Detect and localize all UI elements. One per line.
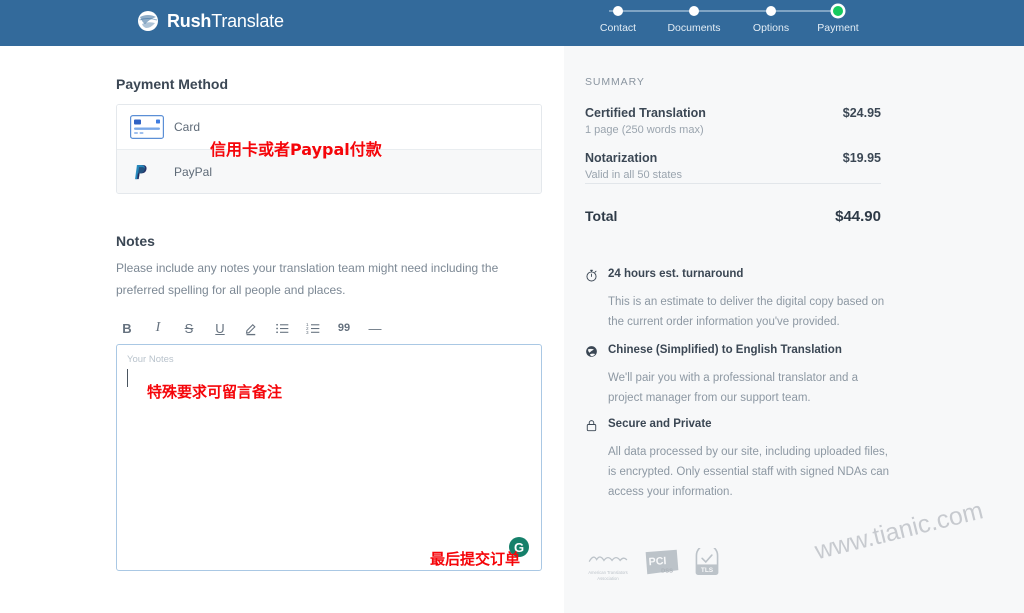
- stepper-dot-documents: [689, 6, 699, 16]
- stopwatch-icon: [585, 269, 599, 287]
- stepper-step-options[interactable]: Options: [741, 5, 801, 34]
- stepper-step-documents[interactable]: Documents: [664, 5, 724, 34]
- stepper-label-options: Options: [752, 22, 790, 34]
- feature-secure-private: Secure and Private All data processed by…: [585, 418, 895, 502]
- checkout-form-column: Payment Method Card PayPal Notes Please …: [0, 46, 564, 613]
- line-item-price: $19.95: [842, 151, 881, 165]
- feature-title: Secure and Private: [608, 418, 712, 430]
- stepper-label-documents: Documents: [667, 22, 721, 34]
- stepper-step-contact[interactable]: Contact: [588, 5, 648, 34]
- trust-badges: American Translators Association PCI DSS…: [586, 544, 720, 581]
- credit-card-icon: [130, 115, 166, 139]
- feature-body: This is an estimate to deliver the digit…: [608, 296, 885, 328]
- ata-badge: American Translators Association: [586, 551, 630, 581]
- annotation-notes: 特殊要求可留言备注: [147, 383, 283, 401]
- blockquote-icon[interactable]: 99: [335, 318, 353, 338]
- bulleted-list-icon[interactable]: [273, 318, 291, 338]
- svg-text:TLS: TLS: [701, 567, 714, 574]
- notes-editor-toolbar: B I S U 1 2 3 99 —: [118, 318, 384, 338]
- checkout-stepper: Contact Documents Options Payment: [588, 5, 859, 41]
- svg-text:PCI: PCI: [648, 555, 667, 568]
- brand-logo[interactable]: RushTranslate: [137, 10, 284, 32]
- svg-text:3: 3: [306, 330, 309, 335]
- notes-editor[interactable]: Your Notes G: [116, 344, 542, 571]
- line-item-name: Notarization: [585, 151, 658, 165]
- stepper-step-payment[interactable]: Payment: [808, 5, 868, 34]
- stepper-label-payment: Payment: [817, 22, 859, 34]
- stepper-dot-contact: [613, 6, 623, 16]
- stepper-label-contact: Contact: [599, 22, 637, 34]
- stepper-dot-options: [766, 6, 776, 16]
- strikethrough-icon[interactable]: S: [180, 318, 198, 338]
- notes-description: Please include any notes your translatio…: [116, 261, 499, 297]
- feature-title: 24 hours est. turnaround: [608, 268, 744, 280]
- summary-line-item-certified-translation: Certified Translation $24.95 1 page (250…: [585, 106, 881, 136]
- payment-method-label-paypal: PayPal: [174, 164, 213, 179]
- total-label: Total: [585, 208, 618, 224]
- payment-method-label-card: Card: [174, 120, 201, 134]
- line-item-subtitle: Valid in all 50 states: [585, 169, 683, 181]
- paypal-icon: [130, 162, 166, 182]
- brand-name-bold: Rush: [167, 10, 212, 31]
- underline-icon[interactable]: U: [211, 318, 229, 338]
- stepper-dot-payment: [833, 6, 843, 16]
- total-value: $44.90: [835, 208, 881, 225]
- summary-total-row: Total $44.90: [585, 208, 881, 225]
- feature-language-pair: Chinese (Simplified) to English Translat…: [585, 344, 895, 408]
- svg-text:DSS: DSS: [661, 569, 673, 575]
- feature-body: We'll pair you with a professional trans…: [608, 372, 859, 404]
- ata-badge-caption: American Translators Association: [588, 570, 628, 581]
- site-header: RushTranslate Contact Documents Options …: [0, 0, 1024, 46]
- bold-icon[interactable]: B: [118, 318, 136, 338]
- summary-divider: [585, 183, 881, 184]
- lock-icon: [585, 419, 599, 437]
- text-caret: [127, 369, 128, 387]
- summary-heading: SUMMARY: [585, 76, 645, 88]
- feature-turnaround: 24 hours est. turnaround This is an esti…: [585, 268, 895, 332]
- checkout-page: RushTranslate Contact Documents Options …: [0, 0, 1024, 613]
- horizontal-rule-icon[interactable]: —: [366, 318, 384, 338]
- italic-icon[interactable]: I: [149, 318, 167, 338]
- notes-placeholder-label: Your Notes: [127, 354, 174, 365]
- annotation-order: 最后提交订单: [430, 550, 521, 568]
- brand-name: RushTranslate: [167, 11, 284, 32]
- feature-title: Chinese (Simplified) to English Translat…: [608, 344, 842, 356]
- line-item-name: Certified Translation: [585, 106, 706, 120]
- line-item-subtitle: 1 page (250 words max): [585, 124, 704, 136]
- globe-logo-icon: [137, 10, 159, 32]
- payment-method-title: Payment Method: [116, 76, 229, 92]
- brand-name-light: Translate: [211, 10, 284, 31]
- highlight-pen-icon[interactable]: [242, 318, 260, 338]
- summary-line-item-notarization: Notarization $19.95 Valid in all 50 stat…: [585, 151, 881, 181]
- line-item-price: $24.95: [842, 106, 881, 120]
- feature-body: All data processed by our site, includin…: [608, 446, 890, 498]
- annotation-payment: 信用卡或者Paypal付款: [210, 140, 382, 159]
- globe-icon: [585, 345, 599, 363]
- notes-title: Notes: [116, 233, 155, 249]
- pci-dss-badge: PCI DSS: [644, 548, 680, 581]
- numbered-list-icon[interactable]: 1 2 3: [304, 318, 322, 338]
- tls-badge: TLS: [694, 544, 720, 581]
